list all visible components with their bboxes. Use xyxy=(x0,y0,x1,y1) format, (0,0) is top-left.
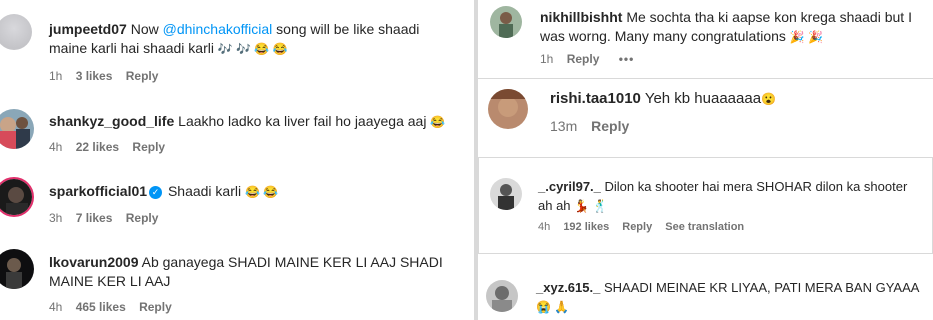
comment-item: _.cyril97._ Dilon ka shooter hai mera SH… xyxy=(478,158,933,253)
comment-meta: 4h 465 likes Reply xyxy=(49,300,182,314)
emoji-surprised: 😮 xyxy=(761,91,776,106)
comment-likes[interactable]: 7 likes xyxy=(76,211,113,225)
reply-button[interactable]: Reply xyxy=(126,69,159,83)
comment-item: _xyz.615._ SHAADI MEINAE KR LIYAA, PATI … xyxy=(478,254,933,320)
comment-prefix: Now xyxy=(130,21,163,37)
comment-time[interactable]: 4h xyxy=(49,300,62,314)
avatar[interactable] xyxy=(490,178,522,210)
comment-text: jumpeetd07 Now @dhinchakofficial song wi… xyxy=(49,20,464,59)
comment-username[interactable]: shankyz_good_life xyxy=(49,113,174,129)
comment-body: Yeh kb huaaaaaa xyxy=(644,90,762,107)
comment-item: shankyz_good_life Laakho ladko ka liver … xyxy=(0,95,474,167)
reply-button[interactable]: Reply xyxy=(139,300,172,314)
comment-meta: 3h 7 likes Reply xyxy=(49,211,168,225)
comment-time[interactable]: 4h xyxy=(49,140,62,154)
avatar[interactable] xyxy=(490,6,522,38)
photo-avatar-icon xyxy=(490,178,522,210)
comment-likes[interactable]: 22 likes xyxy=(76,140,119,154)
comment-meta: 4h 22 likes Reply xyxy=(49,140,175,154)
comment-meta: 1h Reply ••• xyxy=(540,52,644,66)
photo-avatar-icon xyxy=(0,249,34,289)
avatar[interactable] xyxy=(488,89,528,129)
avatar[interactable] xyxy=(0,109,34,149)
emoji-party: 🎉 🎉 xyxy=(789,29,824,44)
comment-item: lkovarun2009 Ab ganayega SHADI MAINE KER… xyxy=(0,237,474,320)
comment-item: jumpeetd07 Now @dhinchakofficial song wi… xyxy=(0,0,474,95)
avatar[interactable] xyxy=(0,177,34,217)
mention-link[interactable]: @dhinchakofficial xyxy=(163,21,273,37)
comment-body-line2: ah ah xyxy=(538,198,571,213)
comment-body-line2: was worng. Many many congratulations xyxy=(540,28,786,44)
comment-body: Shaadi karli xyxy=(167,183,242,199)
comment-text: _xyz.615._ SHAADI MEINAE KR LIYAA, PATI … xyxy=(536,278,931,317)
comment-item: sparkofficial01 ✓ Shaadi karli 😂 😂 3h 7 l… xyxy=(0,167,474,237)
comment-time[interactable]: 13m xyxy=(550,118,577,134)
photo-avatar-icon xyxy=(486,280,518,312)
verified-badge-icon: ✓ xyxy=(149,185,163,199)
comment-text: sparkofficial01 ✓ Shaadi karli 😂 😂 xyxy=(49,182,464,202)
comment-body: SHAADI MEINAE KR LIYAA, PATI MERA BAN GY… xyxy=(603,280,920,295)
left-comments-panel: jumpeetd07 Now @dhinchakofficial song wi… xyxy=(0,0,474,320)
comment-text: _.cyril97._ Dilon ka shooter hai mera SH… xyxy=(538,177,928,216)
reply-button[interactable]: Reply xyxy=(126,211,159,225)
comment-username[interactable]: rishi.taa1010 xyxy=(550,90,641,107)
comment-time[interactable]: 3h xyxy=(49,211,62,225)
comment-body-line1: Me sochta tha ki aapse kon krega shaadi … xyxy=(626,9,912,25)
right-comments-panel: nikhillbishht Me sochta tha ki aapse kon… xyxy=(478,0,933,320)
comment-username[interactable]: jumpeetd07 xyxy=(49,21,127,37)
comment-likes[interactable]: 3 likes xyxy=(76,69,113,83)
comment-item: rishi.taa1010 Yeh kb huaaaaaa😮 13m Reply xyxy=(478,79,933,157)
photo-avatar-icon xyxy=(488,89,528,129)
emoji-laugh: 😂 😂 xyxy=(245,184,279,199)
comment-item: nikhillbishht Me sochta tha ki aapse kon… xyxy=(478,0,933,78)
comment-body: Laakho ladko ka liver fail ho jaayega aa… xyxy=(178,113,427,129)
reply-button[interactable]: Reply xyxy=(591,118,629,134)
avatar[interactable] xyxy=(0,249,34,289)
comment-body-line1: Ab ganayega SHADI MAINE KER LI AAJ SHADI xyxy=(141,254,443,270)
comment-meta: 1h 3 likes Reply xyxy=(49,69,168,83)
photo-avatar-icon xyxy=(490,6,522,38)
photo-avatar-icon xyxy=(0,179,32,215)
emoji-dance: 💃 🕺 xyxy=(574,199,608,214)
comment-text: nikhillbishht Me sochta tha ki aapse kon… xyxy=(540,8,925,47)
avatar[interactable] xyxy=(486,280,518,312)
comment-text: rishi.taa1010 Yeh kb huaaaaaa😮 xyxy=(550,89,920,109)
comment-body-line2: maine karli hai shaadi karli xyxy=(49,40,214,56)
reply-button[interactable]: Reply xyxy=(132,140,165,154)
comment-meta: 4h 192 likes Reply See translation xyxy=(538,221,754,233)
comment-likes[interactable]: 465 likes xyxy=(76,300,126,314)
comment-body-line1: Dilon ka shooter hai mera SHOHAR dilon k… xyxy=(604,179,908,194)
comment-meta: 13m Reply xyxy=(550,118,639,134)
comment-likes[interactable]: 192 likes xyxy=(563,221,609,233)
photo-avatar-icon xyxy=(0,109,34,149)
comment-time[interactable]: 4h xyxy=(538,221,550,233)
reply-button[interactable]: Reply xyxy=(567,52,600,66)
avatar[interactable] xyxy=(0,14,32,50)
comment-time[interactable]: 1h xyxy=(49,69,62,83)
comment-username[interactable]: lkovarun2009 xyxy=(49,254,139,270)
comment-username[interactable]: sparkofficial01 xyxy=(49,183,147,199)
emoji-music-laugh: 🎶 🎶 😂 😂 xyxy=(217,41,288,56)
comment-text: shankyz_good_life Laakho ladko ka liver … xyxy=(49,112,469,132)
emoji-cry-pray: 😭 🙏 xyxy=(536,300,570,315)
comment-body-line1: song will be like shaadi xyxy=(272,21,420,37)
more-options-icon[interactable]: ••• xyxy=(619,52,635,66)
comment-body-line2: MAINE KER LI AAJ xyxy=(49,273,171,289)
comment-time[interactable]: 1h xyxy=(540,52,553,66)
reply-button[interactable]: Reply xyxy=(622,221,652,233)
comment-username[interactable]: _.cyril97._ xyxy=(538,179,601,194)
comment-text: lkovarun2009 Ab ganayega SHADI MAINE KER… xyxy=(49,253,469,291)
see-translation-link[interactable]: See translation xyxy=(665,221,744,233)
emoji-laugh: 😂 xyxy=(430,114,446,129)
comment-username[interactable]: _xyz.615._ xyxy=(536,280,600,295)
comment-username[interactable]: nikhillbishht xyxy=(540,9,622,25)
